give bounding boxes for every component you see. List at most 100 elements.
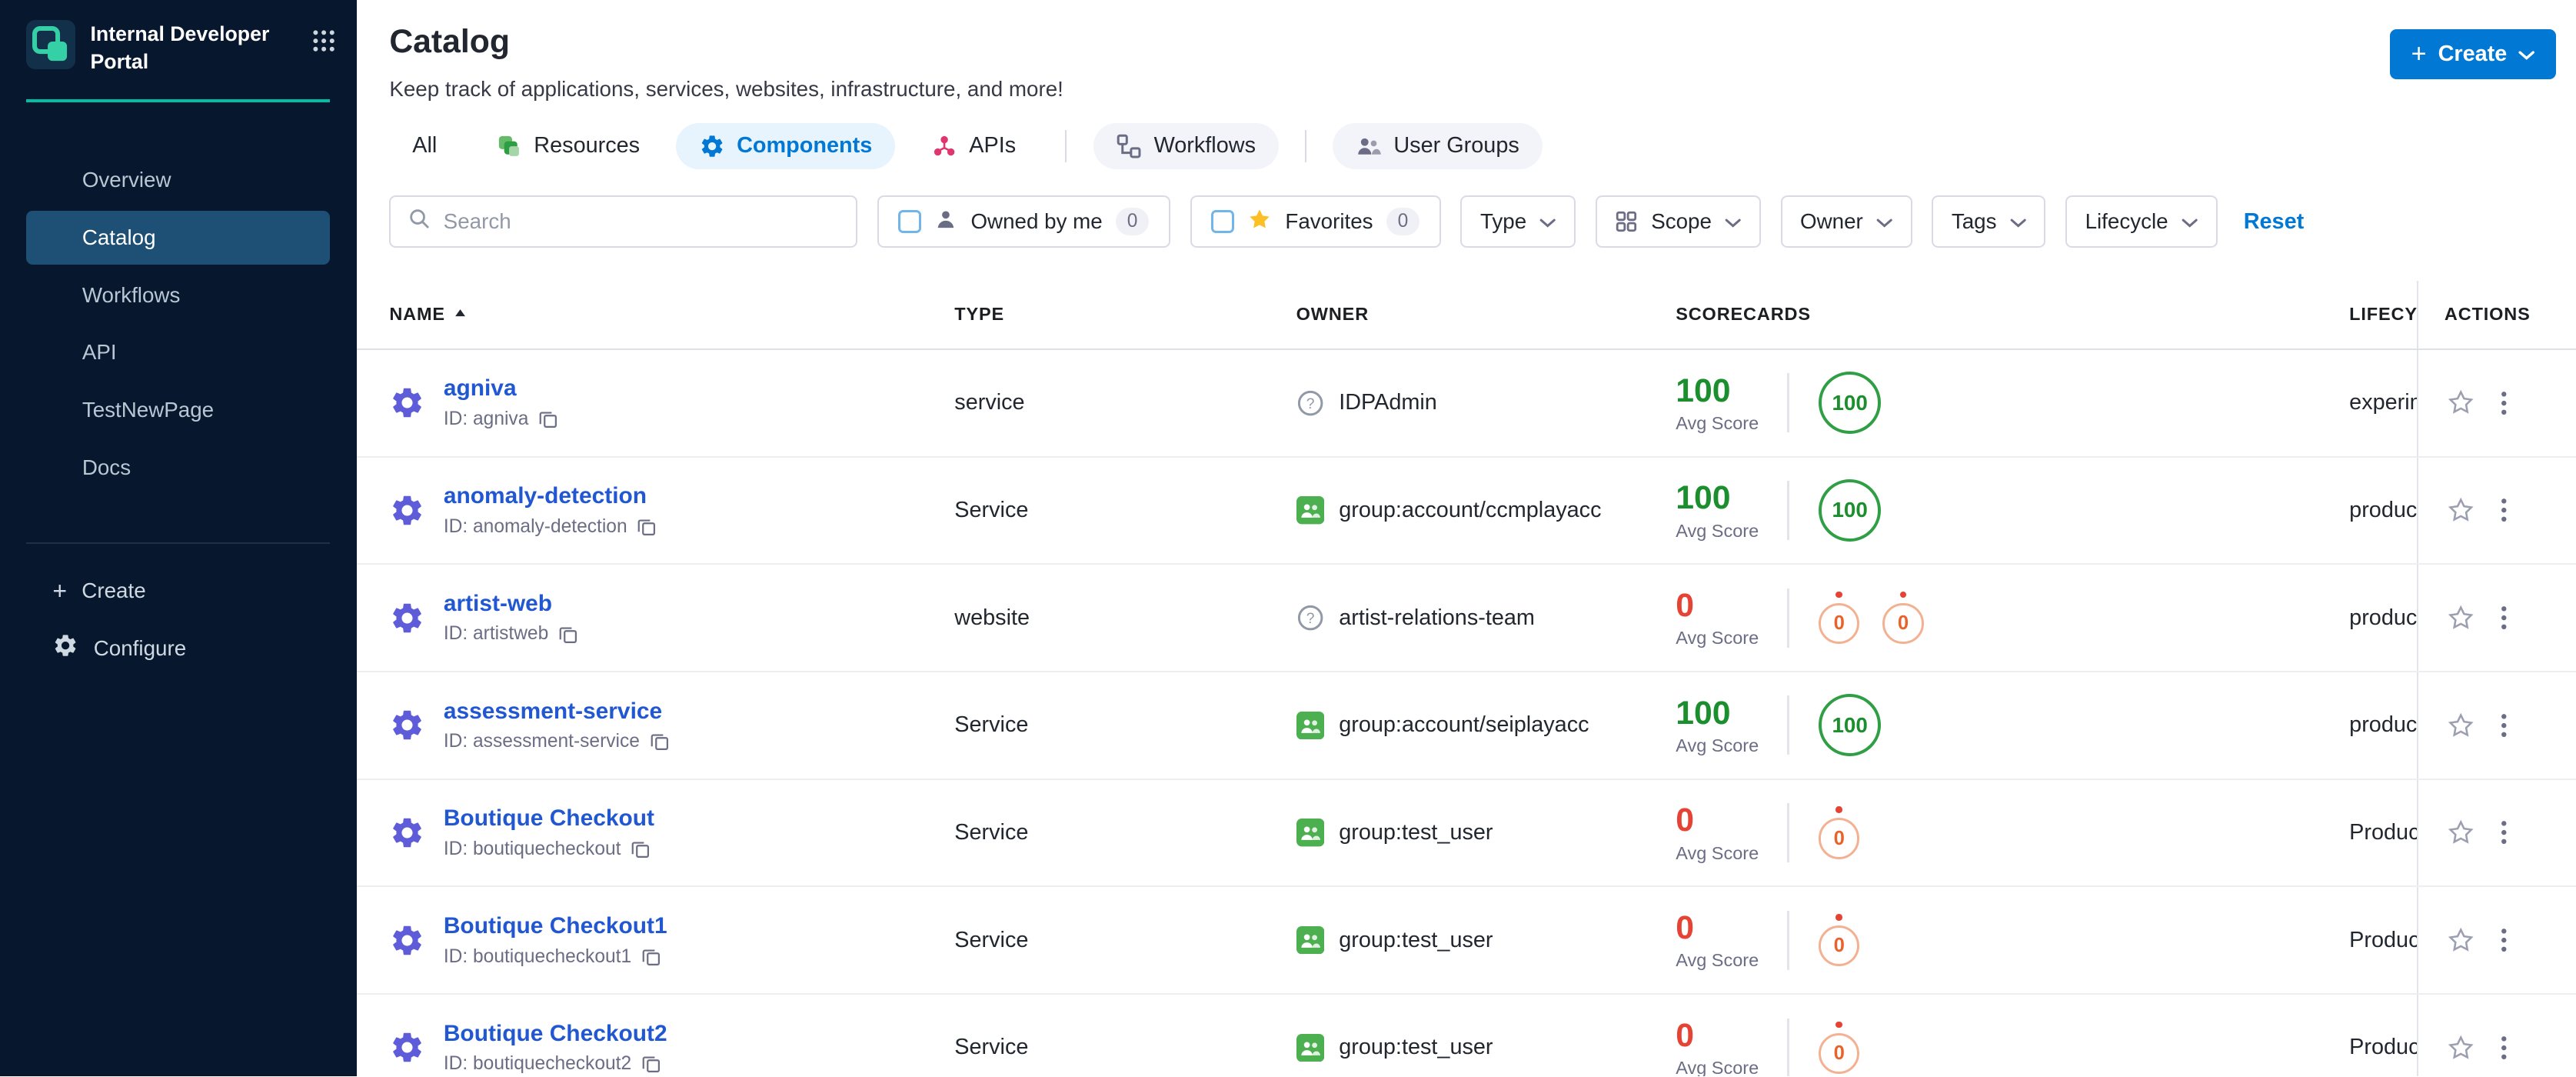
tab-all[interactable]: All: [389, 124, 460, 169]
kebab-menu-icon[interactable]: [2501, 712, 2508, 739]
avg-score-label: Avg Score: [1676, 520, 1759, 541]
sidebar-item-label: TestNewPage: [82, 398, 215, 422]
kebab-menu-icon[interactable]: [2501, 1035, 2508, 1061]
copy-icon[interactable]: [631, 839, 651, 859]
dropdown-filters: Type Scope Owner Tags Lifecycle: [1460, 195, 2218, 248]
sidebar-item-label: Catalog: [82, 225, 156, 249]
chevron-down-icon: [2182, 209, 2198, 234]
reset-filters-link[interactable]: Reset: [2244, 209, 2305, 235]
actions-cell: [2416, 672, 2576, 779]
favorite-star-icon[interactable]: [2446, 1033, 2475, 1062]
component-name-link[interactable]: assessment-service: [444, 699, 670, 725]
favorite-star-icon[interactable]: [2446, 603, 2475, 632]
favorite-star-icon[interactable]: [2446, 388, 2475, 417]
sidebar-item-workflows[interactable]: Workflows: [26, 268, 330, 322]
sidebar-item-label: Overview: [82, 168, 171, 192]
chevron-down-icon: [2518, 42, 2535, 67]
app-switcher-grid-icon[interactable]: [311, 28, 337, 61]
score-divider: [1787, 1018, 1789, 1077]
score-divider: [1787, 695, 1789, 755]
tab-user-groups[interactable]: User Groups: [1333, 123, 1543, 169]
name-cell: anomaly-detection ID: anomaly-detection: [357, 483, 955, 538]
column-header-owner[interactable]: OWNER: [1296, 281, 1676, 348]
sidebar-item-label: API: [82, 340, 117, 365]
filter-label: Scope: [1651, 209, 1712, 234]
column-header-actions[interactable]: ACTIONS: [2416, 281, 2576, 348]
favorite-star-icon[interactable]: [2446, 925, 2475, 955]
lifecycle-cell: produc: [2349, 712, 2417, 738]
copy-icon[interactable]: [538, 409, 558, 429]
scorecard-score-circle: 0: [1819, 1032, 1860, 1075]
filter-dropdown-tags[interactable]: Tags: [1932, 195, 2046, 248]
sidebar-item-api[interactable]: API: [26, 325, 330, 379]
owner-cell: group:test_user: [1296, 1033, 1676, 1062]
component-name-link[interactable]: artist-web: [444, 591, 578, 617]
tab-apis[interactable]: APIs: [908, 123, 1039, 169]
filter-dropdown-scope[interactable]: Scope: [1595, 195, 1761, 248]
kebab-menu-icon[interactable]: [2501, 390, 2508, 416]
avg-score-value: 0: [1676, 586, 1694, 624]
column-header-label: OWNER: [1296, 304, 1370, 325]
component-gear-icon: [389, 600, 425, 636]
type-cell: Service: [954, 820, 1029, 845]
sidebar-item-overview[interactable]: Overview: [26, 153, 330, 207]
sidebar-item-catalog[interactable]: Catalog: [26, 210, 331, 265]
copy-icon[interactable]: [650, 732, 670, 752]
create-button[interactable]: + Create: [2389, 29, 2557, 79]
copy-icon[interactable]: [558, 625, 578, 645]
copy-icon[interactable]: [641, 947, 661, 967]
scorecards-cell: 0 Avg Score 0: [1676, 995, 2349, 1077]
tab-resources[interactable]: Resources: [473, 123, 663, 169]
kebab-menu-icon[interactable]: [2501, 605, 2508, 631]
scorecard-score-circle: 100: [1819, 372, 1882, 435]
search-box: [389, 195, 858, 248]
tab-workflows[interactable]: Workflows: [1093, 123, 1279, 169]
owned-by-me-filter[interactable]: Owned by me 0: [877, 195, 1171, 248]
owner-cell: group:account/ccmplayacc: [1296, 496, 1676, 525]
column-header-scorecards[interactable]: SCORECARDS: [1676, 281, 2349, 348]
chevron-down-icon: [2010, 209, 2026, 234]
owner-name: group:test_user: [1339, 820, 1493, 845]
sidebar-item-label: Workflows: [82, 282, 181, 307]
name-cell: agniva ID: agniva: [357, 375, 955, 430]
component-name-link[interactable]: agniva: [444, 375, 558, 402]
column-header-name[interactable]: NAME: [357, 281, 955, 348]
sidebar-configure-button[interactable]: Configure: [0, 618, 357, 679]
tab-components[interactable]: Components: [676, 123, 896, 169]
create-button-label: Create: [2438, 41, 2508, 66]
sidebar-item-testnewpage[interactable]: TestNewPage: [26, 383, 330, 437]
svg-text:?: ?: [1306, 395, 1314, 412]
sidebar-create-button[interactable]: + Create: [0, 564, 357, 618]
sidebar-item-docs[interactable]: Docs: [26, 441, 330, 495]
alert-dot: [1835, 591, 1843, 599]
favorites-checkbox[interactable]: [1211, 210, 1235, 234]
component-name-link[interactable]: anomaly-detection: [444, 483, 657, 509]
copy-icon[interactable]: [641, 1054, 661, 1074]
column-header-lifecyc[interactable]: LIFECYC: [2349, 281, 2417, 348]
lifecycle-cell: produc: [2349, 605, 2417, 630]
kebab-menu-icon[interactable]: [2501, 497, 2508, 523]
scorecards-cell: 0 Avg Score 00: [1676, 565, 2349, 671]
scorecards-cell: 0 Avg Score 0: [1676, 780, 2349, 886]
filter-dropdown-type[interactable]: Type: [1460, 195, 1576, 248]
page-header: Catalog Keep track of applications, serv…: [357, 0, 2576, 102]
svg-text:?: ?: [1306, 611, 1314, 627]
name-cell: Boutique Checkout ID: boutiquecheckout: [357, 805, 955, 860]
search-input[interactable]: [443, 209, 840, 235]
filter-dropdown-owner[interactable]: Owner: [1780, 195, 1912, 248]
component-name-link[interactable]: Boutique Checkout2: [444, 1021, 667, 1047]
component-name-link[interactable]: Boutique Checkout: [444, 805, 654, 832]
favorite-star-icon[interactable]: [2446, 818, 2475, 847]
favorite-star-icon[interactable]: [2446, 495, 2475, 525]
favorites-filter[interactable]: Favorites 0: [1190, 195, 1441, 248]
favorite-star-icon[interactable]: [2446, 711, 2475, 740]
kebab-menu-icon[interactable]: [2501, 819, 2508, 845]
component-name-link[interactable]: Boutique Checkout1: [444, 913, 667, 939]
column-header-type[interactable]: TYPE: [954, 281, 1296, 348]
app-window: Internal Developer Portal Overview Catal…: [0, 0, 2576, 1077]
kebab-menu-icon[interactable]: [2501, 927, 2508, 953]
components-icon: [699, 133, 725, 159]
owned-by-me-checkbox[interactable]: [898, 210, 922, 234]
filter-dropdown-lifecycle[interactable]: Lifecycle: [2065, 195, 2218, 248]
copy-icon[interactable]: [637, 517, 657, 537]
